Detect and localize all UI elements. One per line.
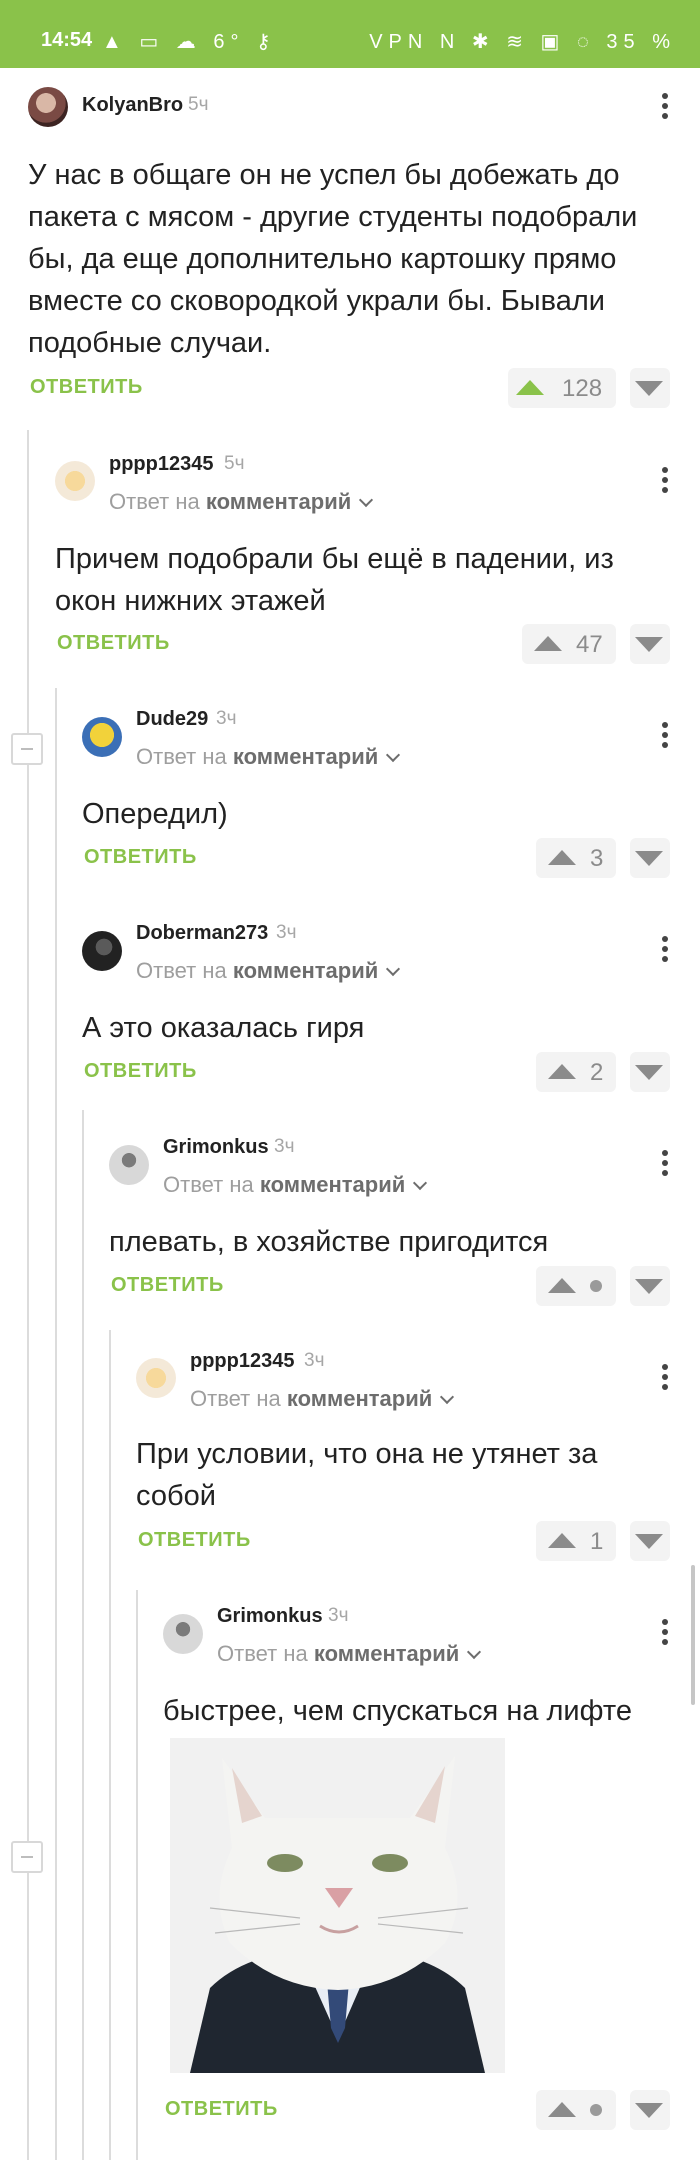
chevron-down-icon	[359, 492, 374, 508]
upvote-arrow-icon	[548, 1278, 576, 1293]
avatar[interactable]	[82, 931, 122, 971]
reply-button[interactable]: ОТВЕТИТЬ	[138, 1529, 251, 1552]
comment-text: При условии, что она не утянет за собой	[136, 1438, 598, 1512]
username[interactable]: pppp12345	[190, 1350, 294, 1373]
comment-time: 3ч	[328, 1605, 349, 1626]
chevron-down-icon	[440, 1389, 455, 1405]
reply-to-link[interactable]: Ответ на комментарий	[136, 958, 401, 984]
vote-score: 3	[590, 845, 604, 872]
comment-text: быстрее, чем спускаться на лифте	[163, 1695, 632, 1727]
reply-button[interactable]: ОТВЕТИТЬ	[57, 632, 170, 655]
comment-text: Причем подобрали бы ещё в падении, из ок…	[55, 543, 614, 617]
upvote-arrow-icon	[548, 2102, 576, 2117]
avatar[interactable]	[55, 461, 95, 501]
more-options-icon[interactable]	[653, 1150, 677, 1180]
upvote-arrow-icon	[548, 1533, 576, 1548]
username[interactable]: Grimonkus	[217, 1605, 323, 1628]
username[interactable]: pppp12345	[109, 453, 213, 476]
score-hidden-icon	[590, 2104, 602, 2116]
downvote-button[interactable]	[630, 1052, 670, 1092]
reply-button[interactable]: ОТВЕТИТЬ	[30, 376, 143, 399]
reply-button[interactable]: ОТВЕТИТЬ	[111, 1274, 224, 1297]
vote-score: 1	[590, 1528, 604, 1555]
comment-time: 5ч	[224, 453, 245, 474]
more-options-icon[interactable]	[653, 722, 677, 752]
thread-line	[136, 1590, 138, 2160]
comment-image[interactable]	[170, 1738, 505, 2073]
upvote-button[interactable]: 47	[522, 624, 616, 664]
username[interactable]: KolyanBro	[82, 94, 183, 117]
upvote-button[interactable]: 1	[536, 1521, 616, 1561]
comment-thread: KolyanBro 5ч У нас в общаге он не успел …	[0, 0, 700, 2160]
upvote-arrow-icon	[548, 1064, 576, 1079]
upvote-button[interactable]	[536, 2090, 616, 2130]
more-options-icon[interactable]	[653, 467, 677, 497]
reply-button[interactable]: ОТВЕТИТЬ	[165, 2098, 278, 2121]
scrollbar[interactable]	[691, 1565, 695, 1705]
avatar[interactable]	[136, 1358, 176, 1398]
more-options-icon[interactable]	[653, 1619, 677, 1649]
comment-time: 3ч	[304, 1350, 325, 1371]
upvote-arrow-icon	[516, 380, 544, 395]
comment-text: У нас в общаге он не успел бы добежать д…	[28, 159, 638, 359]
reply-to-link[interactable]: Ответ на комментарий	[109, 489, 374, 515]
chevron-down-icon	[467, 1644, 482, 1660]
reply-to-link[interactable]: Ответ на комментарий	[190, 1386, 455, 1412]
more-options-icon[interactable]	[653, 936, 677, 966]
thread-line	[55, 688, 57, 2160]
upvote-arrow-icon	[534, 636, 562, 651]
avatar[interactable]	[163, 1614, 203, 1654]
upvote-button[interactable]	[536, 1266, 616, 1306]
reply-to-link[interactable]: Ответ на комментарий	[136, 744, 401, 770]
reply-button[interactable]: ОТВЕТИТЬ	[84, 846, 197, 869]
avatar[interactable]	[109, 1145, 149, 1185]
comment-time: 3ч	[216, 708, 237, 729]
collapse-thread-button[interactable]	[11, 1841, 43, 1873]
reply-to-link[interactable]: Ответ на комментарий	[217, 1641, 482, 1667]
collapse-thread-button[interactable]	[11, 733, 43, 765]
chevron-down-icon	[386, 747, 401, 763]
downvote-button[interactable]	[630, 624, 670, 664]
chevron-down-icon	[386, 961, 401, 977]
comment-text: плевать, в хозяйстве пригодится	[109, 1226, 549, 1258]
reply-button[interactable]: ОТВЕТИТЬ	[84, 1060, 197, 1083]
thread-line	[109, 1330, 111, 2160]
more-options-icon[interactable]	[653, 93, 677, 123]
username[interactable]: Doberman273	[136, 922, 268, 945]
vote-score: 2	[590, 1059, 604, 1086]
avatar[interactable]	[28, 87, 68, 127]
avatar[interactable]	[82, 717, 122, 757]
comment-time: 3ч	[276, 922, 297, 943]
comment-time: 3ч	[274, 1136, 295, 1157]
upvote-arrow-icon	[548, 850, 576, 865]
comment-time: 5ч	[188, 94, 209, 115]
downvote-button[interactable]	[630, 368, 670, 408]
thread-line	[82, 1110, 84, 2160]
username[interactable]: Grimonkus	[163, 1136, 269, 1159]
upvote-button[interactable]: 128	[508, 368, 616, 408]
comment-text: Опередил)	[82, 798, 228, 830]
downvote-button[interactable]	[630, 2090, 670, 2130]
cat-in-suit-image	[170, 1738, 505, 2073]
chevron-down-icon	[413, 1175, 428, 1191]
downvote-button[interactable]	[630, 838, 670, 878]
score-hidden-icon	[590, 1280, 602, 1292]
comment-text: А это оказалась гиря	[82, 1012, 365, 1044]
more-options-icon[interactable]	[653, 1364, 677, 1394]
downvote-button[interactable]	[630, 1266, 670, 1306]
vote-score: 47	[576, 631, 603, 658]
vote-score: 128	[562, 375, 603, 402]
reply-to-link[interactable]: Ответ на комментарий	[163, 1172, 428, 1198]
thread-line	[27, 430, 29, 2160]
username[interactable]: Dude29	[136, 708, 208, 731]
upvote-button[interactable]: 3	[536, 838, 616, 878]
upvote-button[interactable]: 2	[536, 1052, 616, 1092]
downvote-button[interactable]	[630, 1521, 670, 1561]
